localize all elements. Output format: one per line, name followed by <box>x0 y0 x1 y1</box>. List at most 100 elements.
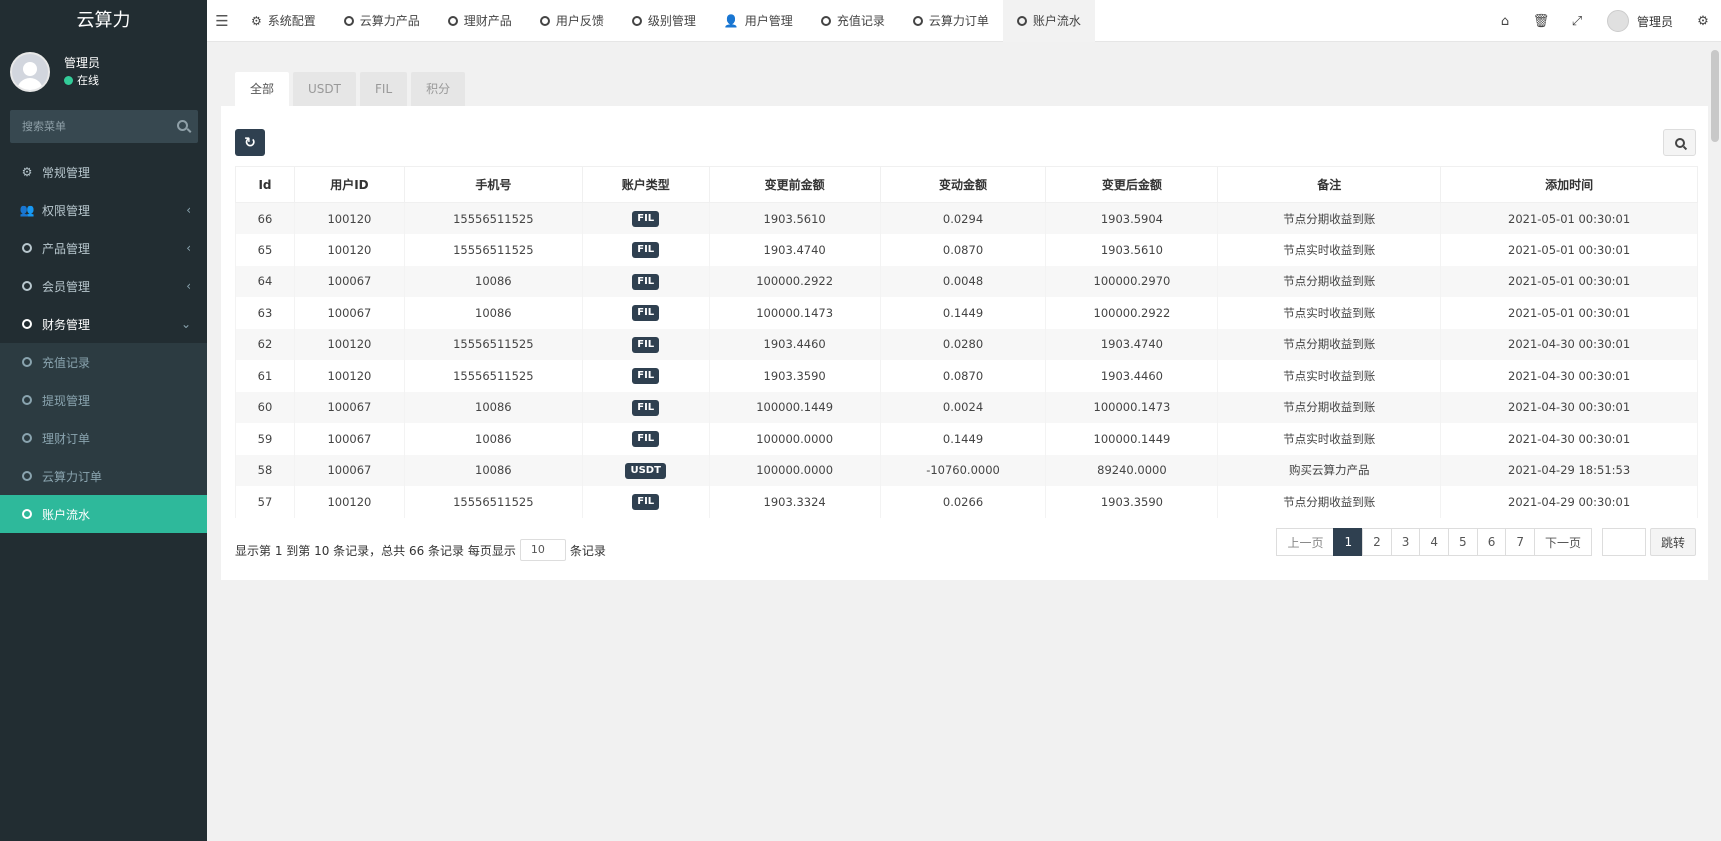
page-button[interactable]: 7 <box>1505 528 1535 556</box>
page-button[interactable]: 2 <box>1362 528 1392 556</box>
page-button[interactable]: 6 <box>1476 528 1507 556</box>
cell-change-amount: 0.1449 <box>879 297 1047 329</box>
cell-remark: 节点实时收益到账 <box>1217 360 1442 392</box>
search-icon[interactable] <box>177 120 188 131</box>
col-header[interactable]: 变更后金额 <box>1045 166 1219 203</box>
content-panel: ↻ Id 用户ID 手机号 账户类型 变更前金额 变动金额 变更后金额 备注 添… <box>221 106 1708 580</box>
top-navbar: ☰ ⚙ 系统配置 云算力产品 理财产品 用户反馈 级别管理 👤 用户管理 充值记… <box>207 0 1721 42</box>
cell-created-at: 2021-05-01 00:30:01 <box>1440 297 1698 329</box>
brand-title[interactable]: 云算力 <box>0 0 207 42</box>
table-row: 59 100067 10086 FIL 100000.0000 0.1449 100000.… <box>235 423 1698 455</box>
sidebar-item-permissions[interactable]: 👥 权限管理 ‹ <box>0 191 207 229</box>
sidebar-subitem-label: 账户流水 <box>42 507 91 522</box>
search-icon <box>1674 137 1685 148</box>
sidebar-item-members[interactable]: 会员管理 ‹ <box>0 267 207 305</box>
page-size-select[interactable]: 10 <box>519 539 566 561</box>
col-header[interactable]: 手机号 <box>403 166 583 203</box>
circle-icon <box>631 15 642 26</box>
sidebar-item-label: 会员管理 <box>42 279 91 294</box>
tab-label: 用户反馈 <box>555 14 604 28</box>
tab-level-management[interactable]: 级别管理 <box>618 0 710 42</box>
cell-created-at: 2021-05-01 00:30:01 <box>1440 234 1698 266</box>
page-button[interactable]: 1 <box>1333 528 1364 556</box>
table-row: 60 100067 10086 FIL 100000.1449 0.0024 100000.… <box>235 391 1698 423</box>
cell-id: 63 <box>235 297 295 329</box>
table-row: 64 100067 10086 FIL 100000.2922 0.0048 100000.… <box>235 265 1698 297</box>
sidebar-item-finance[interactable]: 财务管理 ⌄ <box>0 305 207 343</box>
cell-phone: 10086 <box>403 423 583 455</box>
cell-created-at: 2021-04-29 00:30:01 <box>1440 486 1698 518</box>
jump-button[interactable]: 跳转 <box>1649 528 1696 556</box>
col-header[interactable]: 备注 <box>1217 166 1442 203</box>
tab-recharge-records[interactable]: 充值记录 <box>807 0 899 42</box>
tab-all[interactable]: 全部 <box>235 72 290 106</box>
cell-remark: 节点分期收益到账 <box>1217 202 1442 234</box>
cell-phone: 15556511525 <box>403 328 583 360</box>
cell-before-amount: 1903.4740 <box>708 234 881 266</box>
table-row: 63 100067 10086 FIL 100000.1473 0.1449 100000.… <box>235 297 1698 329</box>
page-button[interactable]: 3 <box>1390 528 1421 556</box>
cell-id: 62 <box>235 328 295 360</box>
cell-user-id: 100067 <box>293 297 405 329</box>
sidebar-subitem-account-flow[interactable]: 账户流水 <box>0 495 207 533</box>
cell-user-id: 100067 <box>293 454 405 486</box>
col-header[interactable]: 添加时间 <box>1440 166 1698 203</box>
account-type-badge: FIL <box>632 242 660 259</box>
tab-user-feedback[interactable]: 用户反馈 <box>526 0 618 42</box>
cogs-icon[interactable]: ⚙ <box>1685 14 1721 29</box>
cell-user-id: 100120 <box>293 486 405 518</box>
user-status: 在线 <box>64 72 99 88</box>
jump-page-input[interactable] <box>1601 528 1646 556</box>
sidebar-item-general[interactable]: ⚙ 常规管理 <box>0 153 207 191</box>
sidebar-subitem-hashpower-orders[interactable]: 云算力订单 <box>0 457 207 495</box>
cell-account-type: FIL <box>581 297 710 329</box>
prev-page-button[interactable]: 上一页 <box>1276 528 1335 556</box>
cell-change-amount: 0.0280 <box>879 328 1047 360</box>
account-type-badge: FIL <box>632 368 660 385</box>
tab-hashpower-products[interactable]: 云算力产品 <box>330 0 434 42</box>
col-header[interactable]: 用户ID <box>293 166 405 203</box>
menu-search-input[interactable] <box>10 110 198 143</box>
cell-phone: 10086 <box>403 297 583 329</box>
page-button[interactable]: 5 <box>1448 528 1478 556</box>
sidebar-item-products[interactable]: 产品管理 ‹ <box>0 229 207 267</box>
tab-points[interactable]: 积分 <box>411 72 466 106</box>
sidebar-subitem-wealth-orders[interactable]: 理财订单 <box>0 419 207 457</box>
cell-phone: 15556511525 <box>403 360 583 392</box>
trash-icon[interactable]: 🗑 <box>1523 14 1559 29</box>
users-icon: 👥 <box>19 203 35 217</box>
tab-account-flow[interactable]: 账户流水 <box>1002 0 1095 42</box>
fullscreen-icon[interactable]: ⤢ <box>1559 14 1595 29</box>
search-button[interactable] <box>1663 129 1696 156</box>
refresh-button[interactable]: ↻ <box>235 129 265 156</box>
tab-user-management[interactable]: 👤 用户管理 <box>710 0 807 42</box>
col-header[interactable]: 变动金额 <box>879 166 1047 203</box>
chevron-down-icon: ⌄ <box>180 317 191 331</box>
col-header[interactable]: 账户类型 <box>581 166 710 203</box>
cell-id: 58 <box>235 454 295 486</box>
tab-hashpower-orders[interactable]: 云算力订单 <box>899 0 1003 42</box>
content-tabs: 全部 USDT FIL 积分 <box>235 72 466 106</box>
account-type-badge: FIL <box>632 305 660 322</box>
next-page-button[interactable]: 下一页 <box>1533 528 1592 556</box>
circle-icon <box>22 357 32 367</box>
topbar-user[interactable]: 管理员 <box>1595 10 1685 32</box>
tab-usdt[interactable]: USDT <box>293 72 356 106</box>
tab-wealth-products[interactable]: 理财产品 <box>434 0 526 42</box>
cell-after-amount: 100000.1449 <box>1045 423 1219 455</box>
sidebar-subitem-recharge[interactable]: 充值记录 <box>0 343 207 381</box>
cell-phone: 10086 <box>403 265 583 297</box>
scrollbar[interactable] <box>1711 50 1719 142</box>
tab-system-config[interactable]: ⚙ 系统配置 <box>237 0 330 42</box>
col-header[interactable]: 变更前金额 <box>708 166 881 203</box>
cell-user-id: 100120 <box>293 328 405 360</box>
page-button[interactable]: 4 <box>1419 528 1450 556</box>
tab-fil[interactable]: FIL <box>360 72 408 106</box>
home-icon[interactable]: ⌂ <box>1487 14 1523 29</box>
cell-before-amount: 100000.1473 <box>708 297 881 329</box>
menu-toggle-icon[interactable]: ☰ <box>207 12 237 30</box>
cell-id: 66 <box>235 202 295 234</box>
col-header[interactable]: Id <box>235 166 295 203</box>
sidebar-subitem-withdraw[interactable]: 提现管理 <box>0 381 207 419</box>
cell-before-amount: 1903.4460 <box>708 328 881 360</box>
